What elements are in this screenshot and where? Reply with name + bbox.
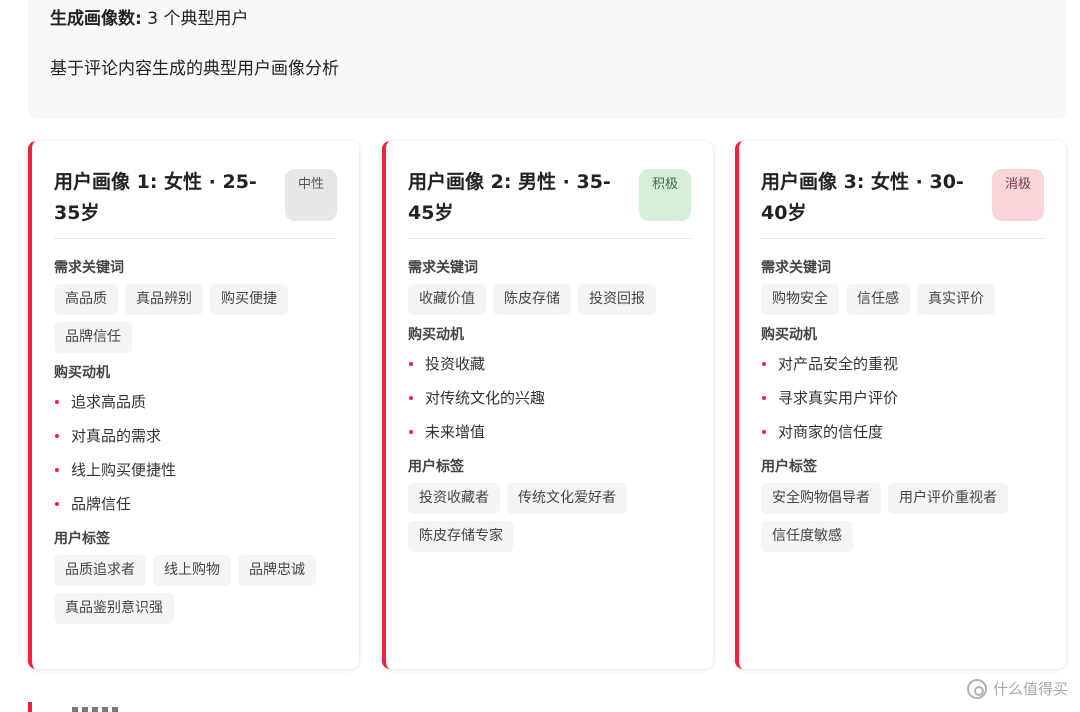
next-section-heading-cropped xyxy=(72,707,120,712)
user-tag: 信任度敏感 xyxy=(761,521,853,552)
user-tags: 安全购物倡导者 用户评价重视者 信任度敏感 xyxy=(761,483,1044,559)
sentiment-badge: 消极 xyxy=(992,169,1044,221)
need-keyword-tag: 购买便捷 xyxy=(210,284,288,315)
needs-section-title: 需求关键词 xyxy=(408,260,478,276)
motive-item: 投资收藏 xyxy=(408,353,691,387)
motive-item: 品牌信任 xyxy=(54,493,337,527)
need-keyword-tag: 信任感 xyxy=(846,284,910,315)
persona-count-line: 生成画像数: 3 个典型用户 xyxy=(50,4,248,29)
persona-title: 用户画像 2: 男性 · 35-45岁 xyxy=(408,171,611,224)
persona-card-1: 用户画像 1: 女性 · 25-35岁 中性 需求关键词 高品质 真品辨别 购买… xyxy=(28,141,359,669)
user-tags: 投资收藏者 传统文化爱好者 陈皮存储专家 xyxy=(408,483,691,559)
motive-item: 对商家的信任度 xyxy=(761,421,1044,455)
user-tag: 线上购物 xyxy=(153,555,231,586)
need-keyword-tag: 陈皮存储 xyxy=(493,284,571,315)
needs-keywords: 高品质 真品辨别 购买便捷 品牌信任 xyxy=(54,284,337,360)
motive-item: 对传统文化的兴趣 xyxy=(408,387,691,421)
motive-item: 线上购买便捷性 xyxy=(54,459,337,493)
need-keyword-tag: 品牌信任 xyxy=(54,322,132,353)
need-keyword-tag: 购物安全 xyxy=(761,284,839,315)
user-tag: 陈皮存储专家 xyxy=(408,521,514,552)
persona-card-2: 用户画像 2: 男性 · 35-45岁 积极 需求关键词 收藏价值 陈皮存储 投… xyxy=(382,141,713,669)
sentiment-badge: 积极 xyxy=(639,169,691,221)
persona-count-label: 生成画像数: xyxy=(50,9,142,29)
persona-card-header: 用户画像 1: 女性 · 25-35岁 中性 xyxy=(54,141,337,239)
user-tags-section-title: 用户标签 xyxy=(54,531,110,547)
motives-section-title: 购买动机 xyxy=(54,365,110,381)
user-tags: 品质追求者 线上购物 品牌忠诚 真品鉴别意识强 xyxy=(54,555,337,631)
watermark-text: 什么值得买 xyxy=(992,680,1068,698)
motives-list: 对产品安全的重视 寻求真实用户评价 对商家的信任度 xyxy=(761,353,1044,455)
need-keyword-tag: 真实评价 xyxy=(917,284,995,315)
needs-section-title: 需求关键词 xyxy=(54,260,124,276)
user-tag: 品质追求者 xyxy=(54,555,146,586)
needs-section-title: 需求关键词 xyxy=(761,260,831,276)
motive-item: 对产品安全的重视 xyxy=(761,353,1044,387)
user-tag: 传统文化爱好者 xyxy=(507,483,627,514)
motive-item: 寻求真实用户评价 xyxy=(761,387,1044,421)
persona-card-header: 用户画像 2: 男性 · 35-45岁 积极 xyxy=(408,141,691,239)
watermark-logo-icon xyxy=(966,678,987,699)
user-tags-section-title: 用户标签 xyxy=(761,459,817,475)
needs-keywords: 收藏价值 陈皮存储 投资回报 xyxy=(408,284,691,322)
need-keyword-tag: 收藏价值 xyxy=(408,284,486,315)
persona-card-3: 用户画像 3: 女性 · 30-40岁 消极 需求关键词 购物安全 信任感 真实… xyxy=(735,141,1066,669)
motive-item: 对真品的需求 xyxy=(54,425,337,459)
needs-keywords: 购物安全 信任感 真实评价 xyxy=(761,284,1044,322)
motive-item: 追求高品质 xyxy=(54,391,337,425)
need-keyword-tag: 高品质 xyxy=(54,284,118,315)
need-keyword-tag: 投资回报 xyxy=(578,284,656,315)
user-tag: 安全购物倡导者 xyxy=(761,483,881,514)
user-tag: 真品鉴别意识强 xyxy=(54,593,174,624)
user-tag: 品牌忠诚 xyxy=(238,555,316,586)
sentiment-badge: 中性 xyxy=(285,169,337,221)
motives-list: 投资收藏 对传统文化的兴趣 未来增值 xyxy=(408,353,691,455)
summary-panel: 生成画像数: 3 个典型用户 基于评论内容生成的典型用户画像分析 xyxy=(28,0,1067,119)
motives-section-title: 购买动机 xyxy=(408,327,464,343)
watermark: 什么值得买 xyxy=(966,678,1068,699)
summary-description: 基于评论内容生成的典型用户画像分析 xyxy=(50,59,339,79)
user-tags-section-title: 用户标签 xyxy=(408,459,464,475)
persona-count-value: 3 个典型用户 xyxy=(147,9,249,29)
motive-item: 未来增值 xyxy=(408,421,691,455)
next-section-accent-bar xyxy=(28,702,32,712)
motives-section-title: 购买动机 xyxy=(761,327,817,343)
user-tag: 投资收藏者 xyxy=(408,483,500,514)
persona-title: 用户画像 3: 女性 · 30-40岁 xyxy=(761,171,964,224)
persona-title: 用户画像 1: 女性 · 25-35岁 xyxy=(54,171,257,224)
motives-list: 追求高品质 对真品的需求 线上购买便捷性 品牌信任 xyxy=(54,391,337,527)
persona-card-header: 用户画像 3: 女性 · 30-40岁 消极 xyxy=(761,141,1044,239)
user-tag: 用户评价重视者 xyxy=(888,483,1008,514)
need-keyword-tag: 真品辨别 xyxy=(125,284,203,315)
